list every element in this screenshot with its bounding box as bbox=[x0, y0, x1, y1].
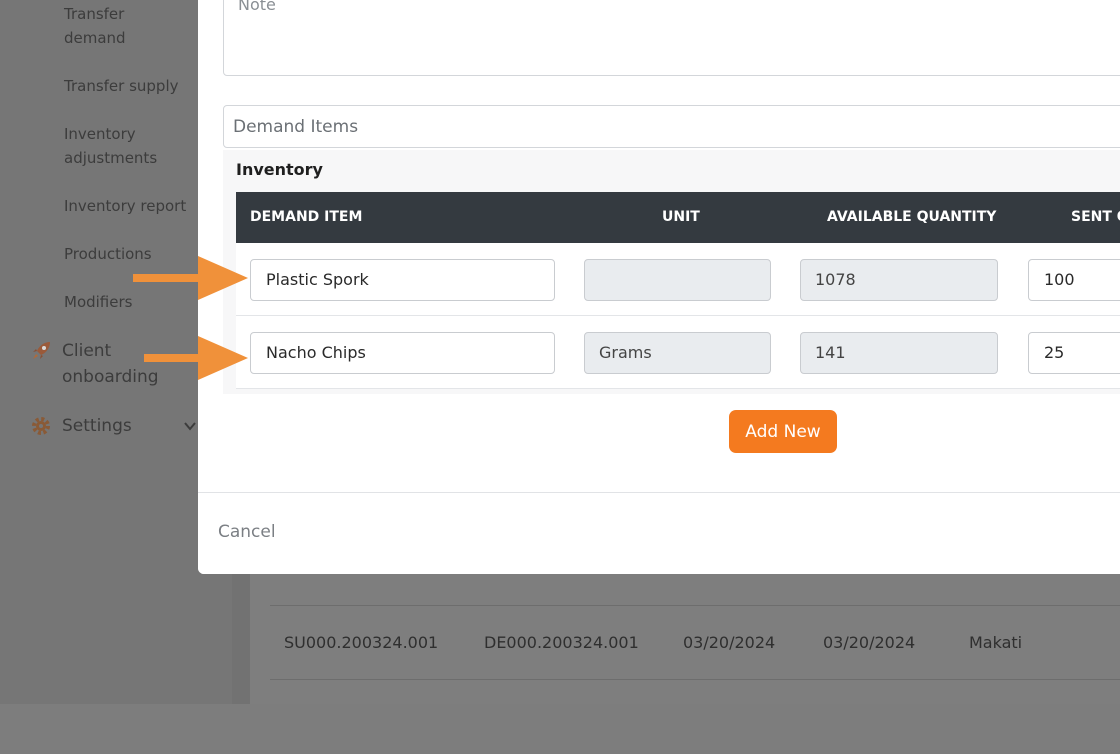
column-header-unit: UNIT bbox=[662, 209, 700, 225]
note-placeholder: Note bbox=[238, 0, 276, 14]
date-cell: 03/20/2024 bbox=[683, 633, 776, 652]
available-quantity-field: 1078 bbox=[800, 259, 998, 301]
demand-items-select[interactable]: Demand Items bbox=[223, 105, 1120, 148]
sent-quantity-value: 25 bbox=[1044, 343, 1065, 362]
sidebar-item-inventory-adjustments[interactable]: Inventory adjustments bbox=[64, 122, 157, 170]
table-row[interactable]: SU000.200324.001 DE000.200324.001 03/20/… bbox=[270, 605, 1120, 680]
unit-value: Grams bbox=[599, 343, 652, 362]
available-quantity-value: 1078 bbox=[815, 270, 856, 289]
column-header-sent-quantity: SENT Q bbox=[1071, 209, 1120, 225]
sidebar-item-modifiers[interactable]: Modifiers bbox=[64, 290, 132, 314]
location-cell: Makati bbox=[969, 633, 1023, 652]
sidebar-item-label: Inventory adjustments bbox=[64, 125, 158, 167]
date-cell: 03/20/2024 bbox=[823, 633, 916, 652]
supply-id-cell: SU000.200324.001 bbox=[284, 633, 439, 652]
column-header-available-quantity: AVAILABLE QUANTITY bbox=[827, 209, 997, 225]
note-textarea[interactable]: Note bbox=[223, 0, 1120, 76]
inventory-panel: Inventory DEMAND ITEM UNIT AVAILABLE QUA… bbox=[223, 150, 1120, 394]
inventory-table-header: DEMAND ITEM UNIT AVAILABLE QUANTITY SENT… bbox=[236, 192, 1120, 243]
sidebar-item-transfer-supply[interactable]: Transfer supply bbox=[64, 74, 179, 98]
sidebar-item-inventory-report[interactable]: Inventory report bbox=[64, 194, 186, 218]
chevron-down-icon[interactable] bbox=[182, 418, 198, 434]
demand-id-cell: DE000.200324.001 bbox=[484, 633, 639, 652]
sent-quantity-input[interactable]: 25 bbox=[1028, 332, 1120, 374]
rocket-icon bbox=[33, 342, 50, 359]
sent-quantity-input[interactable]: 100 bbox=[1028, 259, 1120, 301]
modal-footer: Cancel bbox=[198, 492, 1120, 574]
unit-field bbox=[584, 259, 771, 301]
available-quantity-field: 141 bbox=[800, 332, 998, 374]
inventory-title: Inventory bbox=[236, 160, 323, 179]
sidebar-item-label: Modifiers bbox=[64, 293, 133, 311]
demand-item-input[interactable]: Nacho Chips bbox=[250, 332, 555, 374]
sidebar-item-settings[interactable]: Settings bbox=[30, 413, 132, 439]
demand-item-value: Nacho Chips bbox=[266, 343, 366, 362]
available-quantity-value: 141 bbox=[815, 343, 846, 362]
sidebar-item-client-onboarding[interactable]: Client onboarding bbox=[30, 338, 159, 390]
cancel-button[interactable]: Cancel bbox=[218, 522, 276, 542]
table-row: Plastic Spork 1078 100 bbox=[236, 243, 1120, 316]
annotation-arrow-icon bbox=[144, 336, 248, 380]
sidebar-item-label: Transfer supply bbox=[64, 77, 179, 95]
transfer-demand-modal: Note Demand Items Inventory DEMAND ITEM … bbox=[198, 0, 1120, 574]
sidebar-item-transfer-demand[interactable]: Transfer demand bbox=[64, 2, 126, 50]
sent-quantity-value: 100 bbox=[1044, 270, 1075, 289]
table-row[interactable] bbox=[270, 679, 1120, 754]
sidebar-item-label: Transfer demand bbox=[64, 5, 126, 47]
demand-item-input[interactable]: Plastic Spork bbox=[250, 259, 555, 301]
add-new-button[interactable]: Add New bbox=[729, 410, 837, 453]
column-header-demand-item: DEMAND ITEM bbox=[250, 209, 363, 225]
gear-icon bbox=[32, 417, 50, 435]
sidebar-item-label: Settings bbox=[62, 416, 132, 436]
unit-field: Grams bbox=[584, 332, 771, 374]
annotation-arrow-icon bbox=[133, 256, 248, 300]
sidebar-item-label: Inventory report bbox=[64, 197, 187, 215]
demand-item-value: Plastic Spork bbox=[266, 270, 369, 289]
table-row: Nacho Chips Grams 141 25 bbox=[236, 316, 1120, 389]
demand-items-label: Demand Items bbox=[233, 117, 359, 137]
